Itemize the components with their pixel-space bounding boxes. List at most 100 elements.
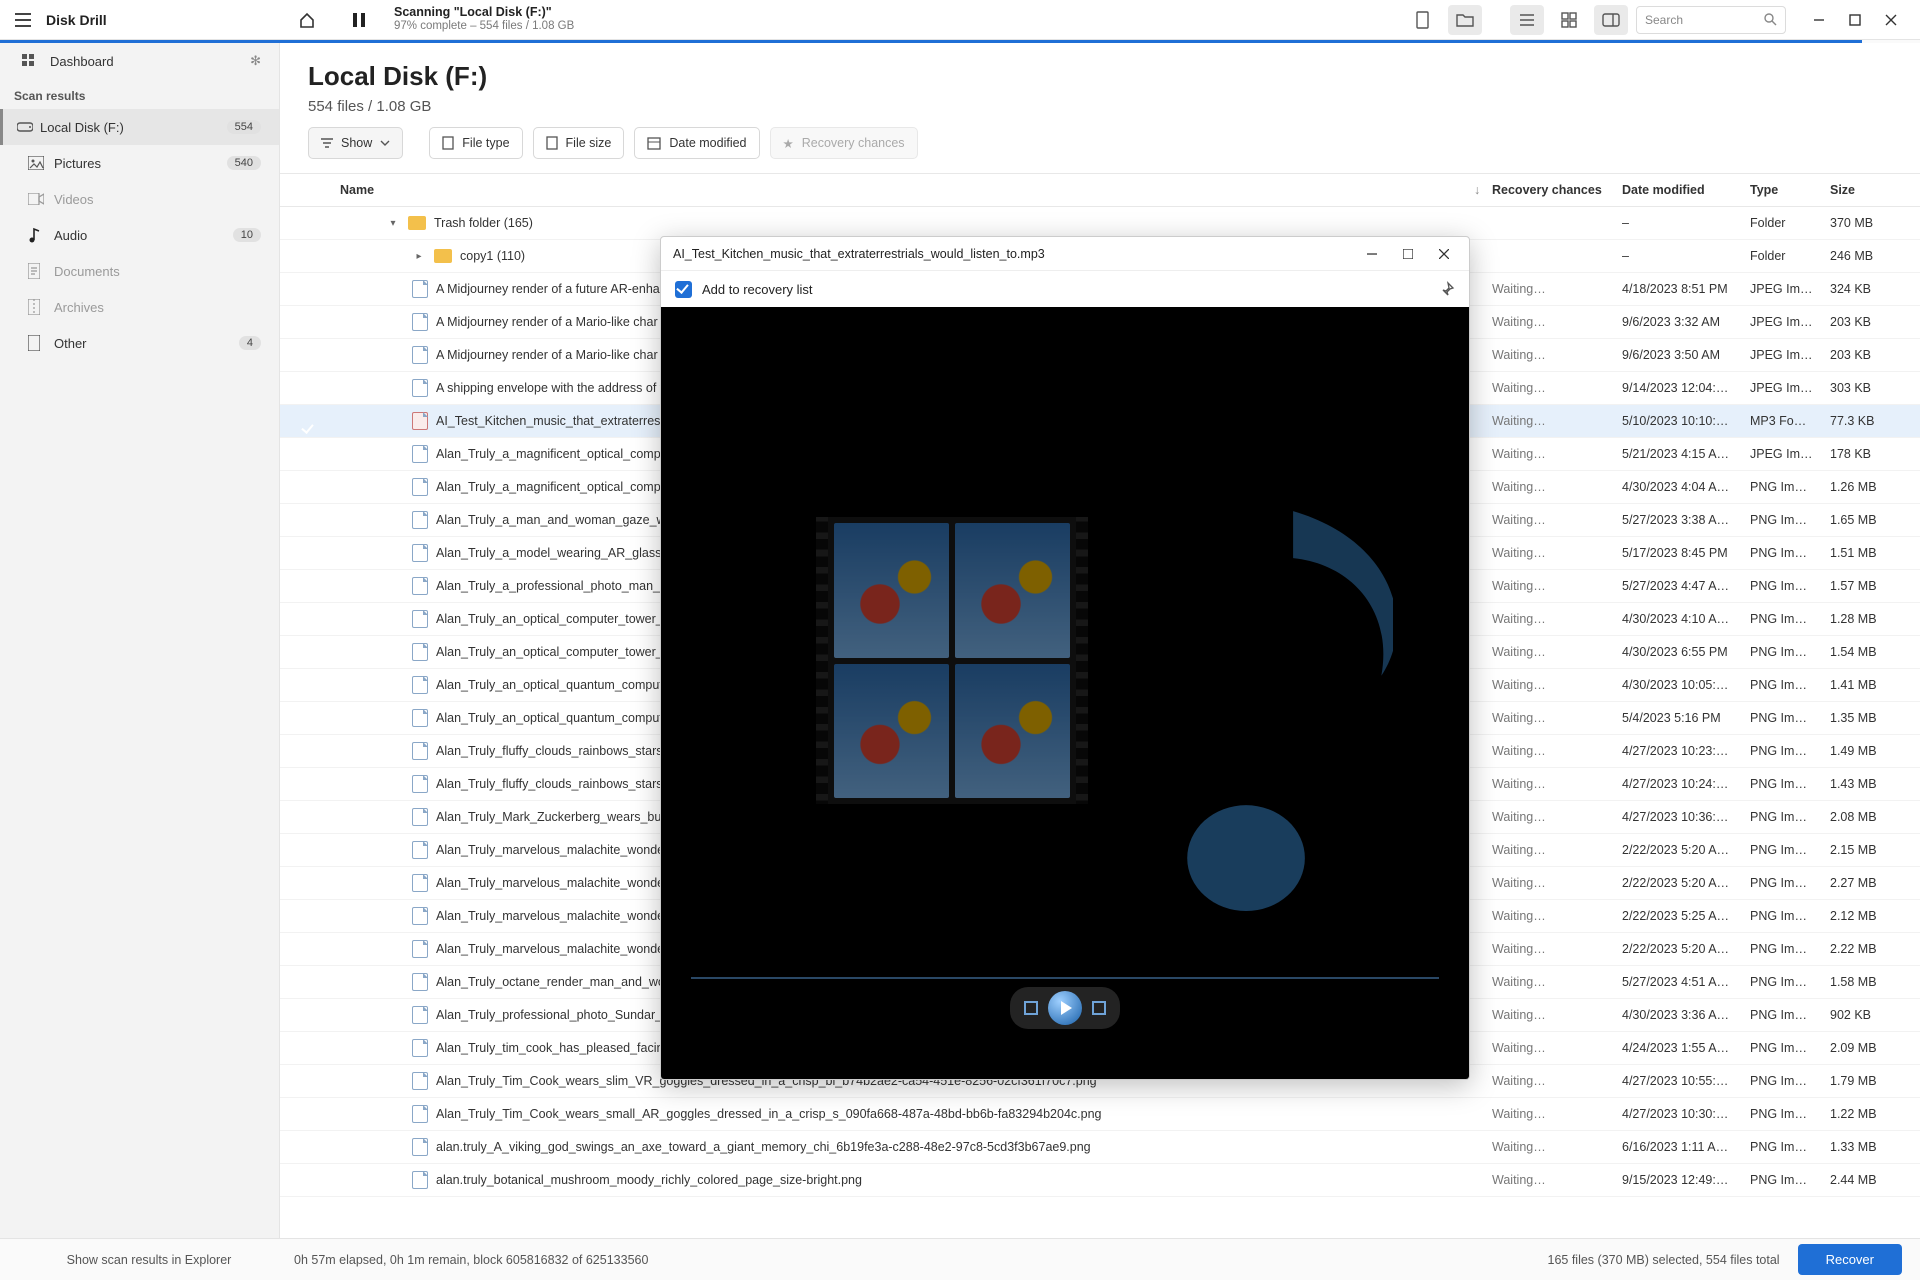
file-type: PNG Im… — [1750, 777, 1830, 791]
table-row[interactable]: Alan_Truly_Tim_Cook_wears_small_AR_goggl… — [280, 1098, 1920, 1131]
audio-icon — [28, 227, 46, 243]
audio-file-icon — [412, 412, 428, 430]
file-name: Alan_Truly_octane_render_man_and_wom — [436, 975, 675, 989]
col-recovery[interactable]: Recovery chances — [1492, 183, 1622, 197]
grid-view-icon[interactable] — [1552, 5, 1586, 35]
recovery-chance: Waiting… — [1492, 348, 1622, 362]
pin-icon[interactable] — [1439, 281, 1455, 297]
next-button[interactable] — [1092, 1001, 1106, 1015]
filter-filetype[interactable]: File type — [429, 127, 522, 159]
sidebar-item-label: Local Disk (F:) — [40, 120, 124, 135]
sidebar-badge: 554 — [227, 120, 261, 134]
date-modified: 4/27/2023 10:23:… — [1622, 744, 1750, 758]
show-dropdown[interactable]: Show — [308, 127, 403, 159]
recovery-chance: Waiting… — [1492, 678, 1622, 692]
file-type: PNG Im… — [1750, 579, 1830, 593]
file-type: JPEG Im… — [1750, 282, 1830, 296]
page-subtitle: 554 files / 1.08 GB — [308, 98, 1892, 115]
add-to-recovery-label: Add to recovery list — [702, 282, 813, 297]
file-name: alan.truly_A_viking_god_swings_an_axe_to… — [436, 1140, 1091, 1154]
col-type[interactable]: Type — [1750, 183, 1830, 197]
file-type: PNG Im… — [1750, 711, 1830, 725]
file-size: 303 KB — [1830, 381, 1920, 395]
file-icon — [412, 379, 428, 397]
table-row[interactable]: alan.truly_botanical_mushroom_moody_rich… — [280, 1164, 1920, 1197]
sidebar-item-videos[interactable]: Videos — [0, 181, 279, 217]
file-size: 2.27 MB — [1830, 876, 1920, 890]
play-button[interactable] — [1048, 991, 1082, 1025]
list-view-icon[interactable] — [1510, 5, 1544, 35]
file-type: Folder — [1750, 216, 1830, 230]
menu-icon[interactable] — [14, 11, 32, 29]
sidebar-item-pictures[interactable]: Pictures540 — [0, 145, 279, 181]
folder-icon[interactable] — [1448, 5, 1482, 35]
file-name: Alan_Truly_Mark_Zuckerberg_wears_bulky — [436, 810, 677, 824]
table-row[interactable]: alan.truly_A_viking_god_swings_an_axe_to… — [280, 1131, 1920, 1164]
new-file-icon[interactable] — [1406, 5, 1440, 35]
pause-button[interactable] — [342, 5, 376, 35]
file-icon — [412, 1138, 428, 1156]
file-icon — [412, 610, 428, 628]
file-size: 246 MB — [1830, 249, 1920, 263]
minimize-button[interactable] — [1802, 5, 1836, 35]
recovery-chance: Waiting… — [1492, 546, 1622, 560]
file-type: PNG Im… — [1750, 1008, 1830, 1022]
date-modified: 2/22/2023 5:20 A… — [1622, 876, 1750, 890]
music-note-icon — [1099, 498, 1393, 924]
maximize-button[interactable] — [1838, 5, 1872, 35]
file-icon — [412, 1039, 428, 1057]
sidebar-item-local-disk-f-[interactable]: Local Disk (F:) 554 — [0, 109, 279, 145]
recovery-chance: Waiting… — [1492, 810, 1622, 824]
preview-close-button[interactable] — [1431, 242, 1457, 266]
sort-icon[interactable]: ↓ — [1474, 183, 1492, 197]
expander-icon[interactable]: ▾ — [386, 218, 400, 229]
date-modified: 5/4/2023 5:16 PM — [1622, 711, 1750, 725]
media-artwork — [782, 461, 1348, 924]
add-to-recovery-checkbox[interactable] — [675, 281, 692, 298]
prev-button[interactable] — [1024, 1001, 1038, 1015]
sidebar-item-archives[interactable]: Archives — [0, 289, 279, 325]
filter-datemodified[interactable]: Date modified — [634, 127, 759, 159]
file-type: PNG Im… — [1750, 678, 1830, 692]
file-name: A Midjourney render of a Mario-like char — [436, 348, 658, 362]
sidebar-item-documents[interactable]: Documents — [0, 253, 279, 289]
date-modified: 5/27/2023 4:47 A… — [1622, 579, 1750, 593]
file-icon — [412, 709, 428, 727]
show-in-explorer-link[interactable]: Show scan results in Explorer — [18, 1253, 280, 1267]
filter-filesize[interactable]: File size — [533, 127, 625, 159]
sidebar-item-label: Archives — [54, 300, 104, 315]
sidebar-item-audio[interactable]: Audio10 — [0, 217, 279, 253]
recovery-chance: Waiting… — [1492, 447, 1622, 461]
recovery-chance: Waiting… — [1492, 711, 1622, 725]
close-button[interactable] — [1874, 5, 1908, 35]
recovery-chance: Waiting… — [1492, 645, 1622, 659]
file-size: 2.08 MB — [1830, 810, 1920, 824]
search-input[interactable]: Search — [1636, 6, 1786, 34]
col-name[interactable]: Name — [340, 183, 1474, 197]
home-button[interactable] — [290, 5, 324, 35]
file-type: PNG Im… — [1750, 1173, 1830, 1187]
file-icon — [412, 445, 428, 463]
file-size: 1.41 MB — [1830, 678, 1920, 692]
sidebar-dashboard[interactable]: Dashboard ✻ — [0, 43, 279, 79]
expander-icon[interactable]: ▸ — [412, 251, 426, 262]
date-modified: 4/27/2023 10:24:… — [1622, 777, 1750, 791]
file-size: 2.12 MB — [1830, 909, 1920, 923]
recover-button[interactable]: Recover — [1798, 1244, 1902, 1275]
file-icon — [412, 577, 428, 595]
file-type: PNG Im… — [1750, 975, 1830, 989]
date-modified: 4/18/2023 8:51 PM — [1622, 282, 1750, 296]
file-name: copy1 (110) — [460, 249, 525, 263]
file-size: 1.35 MB — [1830, 711, 1920, 725]
file-size: 2.22 MB — [1830, 942, 1920, 956]
seek-bar[interactable] — [691, 977, 1439, 979]
col-date[interactable]: Date modified — [1622, 183, 1750, 197]
preview-minimize-button[interactable] — [1359, 242, 1385, 266]
panel-view-icon[interactable] — [1594, 5, 1628, 35]
col-size[interactable]: Size — [1830, 183, 1920, 197]
file-name: A Midjourney render of a future AR-enha — [436, 282, 660, 296]
file-size: 902 KB — [1830, 1008, 1920, 1022]
file-name: Alan_Truly_a_magnificent_optical_comput — [436, 480, 671, 494]
sidebar-item-other[interactable]: Other4 — [0, 325, 279, 361]
preview-maximize-button[interactable] — [1395, 242, 1421, 266]
